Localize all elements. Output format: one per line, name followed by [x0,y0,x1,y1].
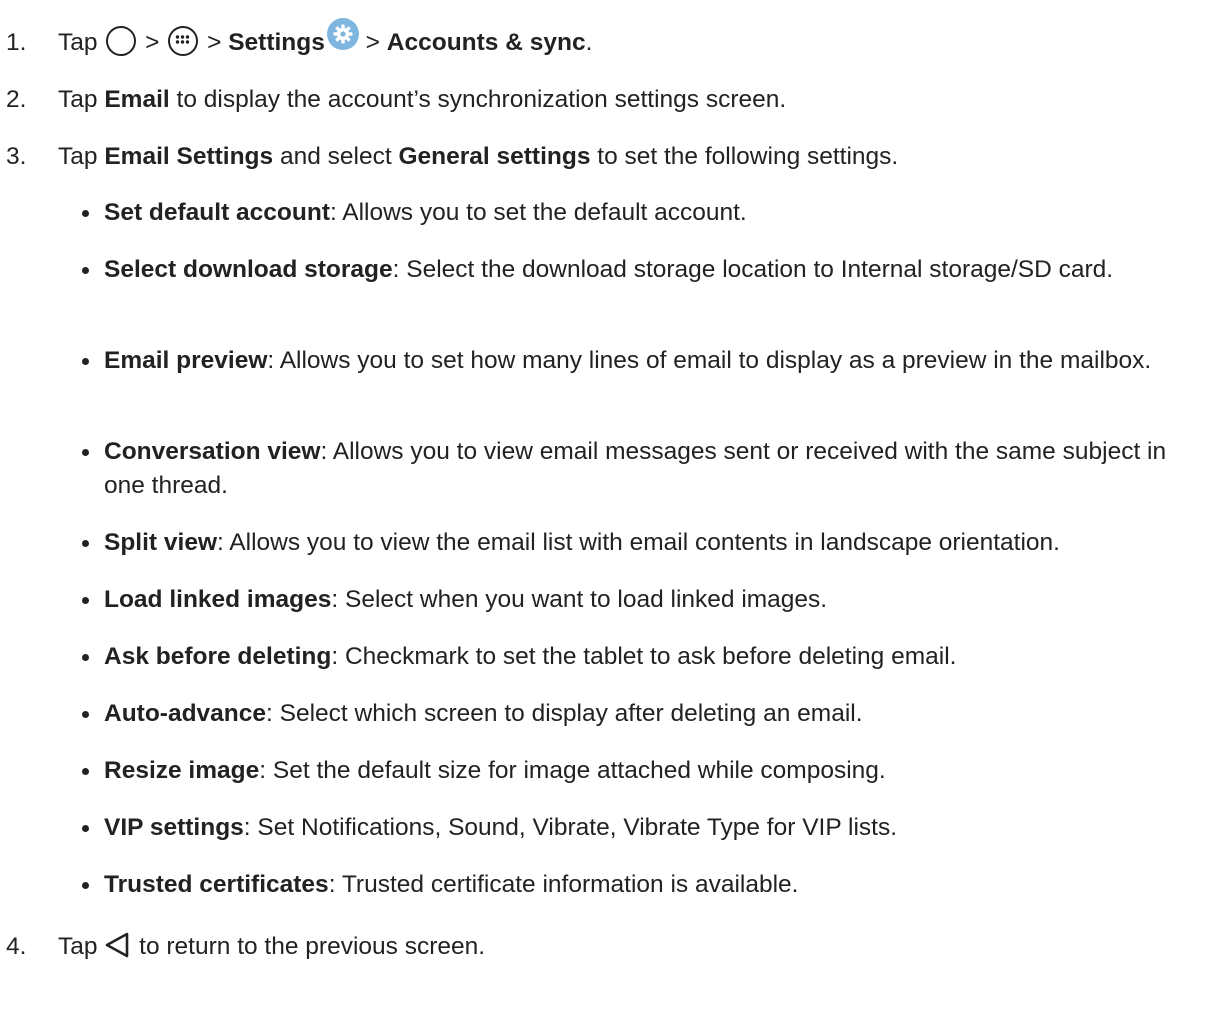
setting-name: Ask before deleting [104,643,332,670]
email-label: Email [104,86,170,113]
tap-text: Tap [58,29,98,56]
general-settings-label: General settings [398,143,591,170]
setting-description: Select when you want to load linked imag… [345,586,828,613]
setting-name: Split view [104,529,218,556]
apps-icon [168,25,199,56]
bullet-icon [82,358,89,365]
separator: > [207,29,222,56]
step-text: to display the account’s synchronization… [176,86,787,113]
email-settings-label: Email Settings [104,143,274,170]
setting-name: Select download storage [104,256,393,283]
bullet-icon [82,711,89,718]
step-text: and select [279,143,392,170]
back-icon [104,931,130,959]
step-text: to set the following settings. [597,143,899,170]
settings-label: Settings [228,29,325,56]
settings-icon [326,17,359,50]
separator: > [145,29,160,56]
bullet-icon [82,882,89,889]
step-number: 3. [6,143,27,170]
setting-name: Set default account [104,199,330,226]
step-content: Tap > > Settings > Accounts & sync. [58,17,593,60]
document: 1. Tap > > Settings > Accounts & sync. 2… [0,0,1212,1011]
accounts-sync-label: Accounts & sync [386,29,586,56]
home-icon [106,25,137,56]
bullet-icon [82,825,89,832]
setting-name: Trusted certificates [104,871,329,898]
setting-description: Select which screen to display after del… [279,700,863,727]
bullet-icon [82,210,89,217]
bullet-icon [82,540,89,547]
setting-name: VIP settings [104,814,244,841]
setting-description: Trusted certificate information is avail… [341,871,799,898]
step-number: 1. [6,29,27,56]
bullet-icon [82,654,89,661]
bullet-icon [82,267,89,274]
setting-description: Select the download storage location to … [406,256,1114,283]
setting-name: Conversation view [104,438,321,465]
step-number: 4. [6,933,27,960]
period: . [585,29,593,56]
setting-name: Auto-advance [104,700,267,727]
setting-description: Allows you to set the default account. [342,199,747,226]
setting-name: Email preview [104,347,268,374]
setting-description: Allows you to set how many lines of emai… [279,347,1152,374]
tap-text: Tap [58,143,98,170]
bullet-icon [82,449,89,456]
bullet-icon [82,768,89,775]
step-content: Tap to return to the previous screen. [58,930,485,964]
bullet-icon [82,597,89,604]
separator: > [365,29,380,56]
tap-text: Tap [58,86,98,113]
step-number: 2. [6,86,27,113]
setting-name: Load linked images [104,586,332,613]
step-content: Tap Email to display the account’s synch… [58,83,786,117]
setting-description: Allows you to view the email list with e… [229,529,1060,556]
step-text: to return to the previous screen. [139,933,486,960]
setting-description: Set the default size for image attached … [272,757,886,784]
setting-name: Resize image [104,757,260,784]
step-content: Tap Email Settings and select General se… [58,140,898,174]
setting-description: Set Notifications, Sound, Vibrate, Vibra… [257,814,898,841]
setting-description: Checkmark to set the tablet to ask befor… [344,643,957,670]
tap-text: Tap [58,933,98,960]
